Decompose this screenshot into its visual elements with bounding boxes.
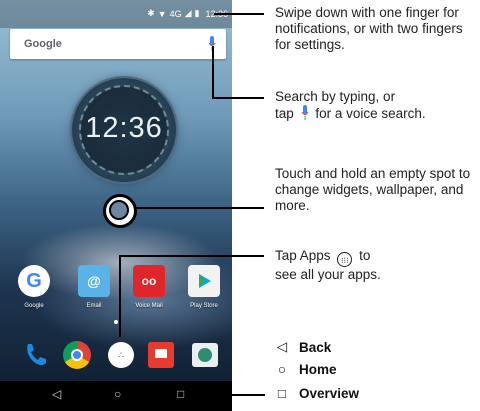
search-callout-line-vertical [212,46,214,99]
apps-callout-line-vertical [119,255,121,337]
overview-icon: □ [277,386,287,401]
legend-home: ○ Home [275,362,337,377]
apps-callout-line-horizontal [119,255,264,257]
notifications-callout-line [214,13,264,15]
search-callout-line-horizontal [212,97,264,99]
legend-back: ◁ Back [276,339,332,355]
chrome-dock-icon[interactable] [62,340,92,370]
apps-callout-line1: Tap Apps ⁝⁝⁝ to [275,248,371,267]
navigation-bar: ◁ ○ □ [0,381,232,411]
page-indicator-dot [114,320,118,324]
chrome-icon [63,341,91,369]
apps-callout-line2: see all your apps. [275,267,381,282]
search-callout-line2: tap for a voice search. [275,105,426,121]
bluetooth-icon: ✱ [147,8,155,18]
clock-time: 12:36 [85,112,163,144]
legend-overview: □ Overview [275,386,359,401]
notifications-callout: Swipe down with one finger for notificat… [275,5,463,52]
app-email[interactable]: @ Email [72,265,116,309]
clock-widget[interactable]: 12:36 [72,78,176,182]
overview-callout-line [205,394,265,396]
apps-callout: Tap Apps ⁝⁝⁝ to see all your apps. [275,248,480,283]
google-app-icon: G [18,265,50,297]
app-label: Voice Mail [135,303,163,309]
widgets-callout: Touch and hold an empty spot to change w… [275,166,471,213]
play-store-app-icon [188,265,220,297]
home-nav-button[interactable]: ○ [114,387,121,401]
google-search-bar[interactable]: Google [10,29,226,59]
apps-grid-icon: ∴ [108,342,134,368]
camera-dock-icon[interactable] [190,340,220,370]
apps-grid-icon: ⁝⁝⁝ [337,252,353,267]
touch-point-icon [109,200,129,220]
network-indicator: 4G [169,8,182,19]
app-label: Email [86,303,102,309]
status-bar[interactable]: ✱ ▼ 4G ◢ ▮ 12:36 [0,0,232,28]
signal-icon: ◢ [184,8,192,18]
back-nav-button[interactable]: ◁ [52,387,61,401]
home-icon: ○ [277,362,287,377]
google-logo: Google [24,38,62,50]
app-label: Play Store [190,303,218,309]
search-callout-line1: Search by typing, or [275,89,396,104]
messages-dock-icon[interactable] [146,340,176,370]
app-play-store[interactable]: Play Store [182,265,226,309]
battery-icon: ▮ [194,8,200,18]
app-voice-mail[interactable]: oo Voice Mail [127,265,171,309]
voicemail-app-icon: oo [133,265,165,297]
app-google[interactable]: G Google [12,265,56,309]
phone-dock-icon[interactable] [20,340,50,370]
overview-nav-button[interactable]: □ [177,387,184,401]
touch-hold-target[interactable] [103,194,137,228]
widgets-callout-line [134,207,264,209]
wifi-icon: ▼ [157,8,167,19]
back-icon: ◁ [276,339,288,354]
app-label: Google [24,303,44,309]
phone-screen: ✱ ▼ 4G ◢ ▮ 12:36 Google 12:36 G Google @… [0,0,232,411]
search-callout: Search by typing, or tap for a voice sea… [275,89,480,122]
messages-icon [148,342,174,368]
mic-icon [301,105,308,120]
apps-dock-icon[interactable]: ∴ [106,340,136,370]
email-app-icon: @ [78,265,110,297]
camera-icon [192,343,218,367]
